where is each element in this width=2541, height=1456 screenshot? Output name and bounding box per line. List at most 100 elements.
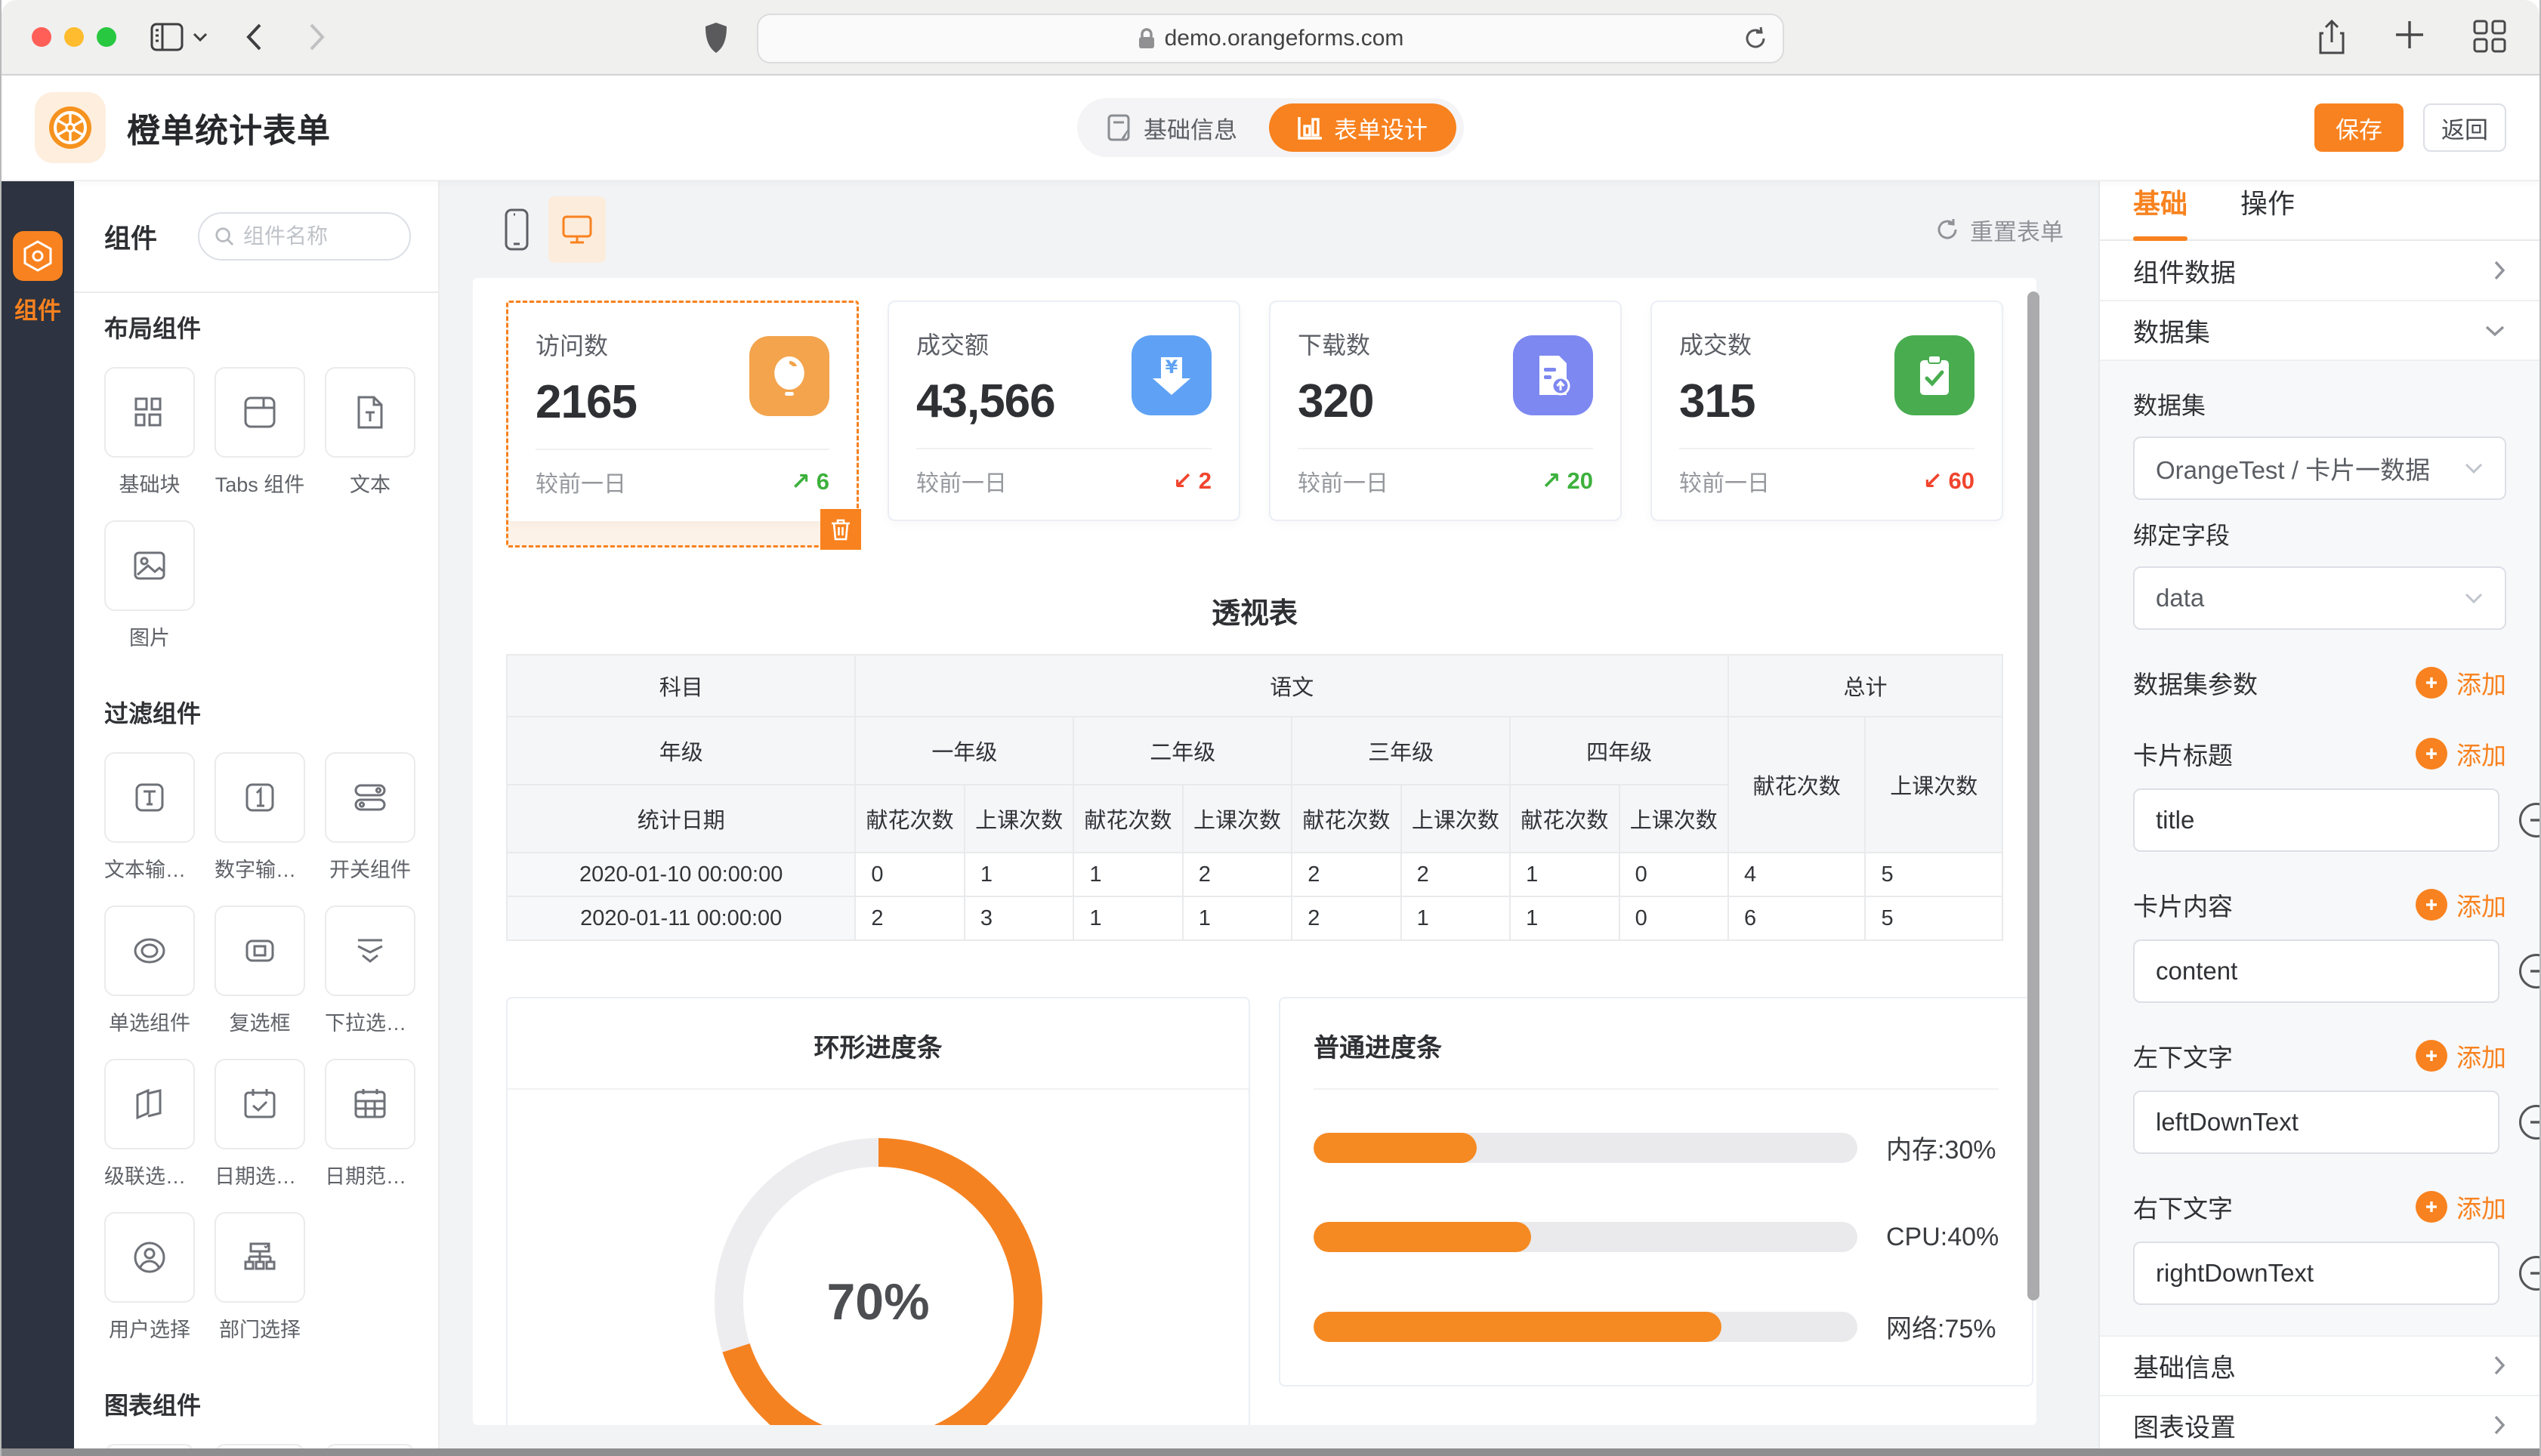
add-dataset-param-button[interactable]: 添加 <box>2416 665 2506 701</box>
progress-bars-panel[interactable]: 普通进度条 内存:30% CPU:40% <box>1279 997 2033 1387</box>
chevron-right-icon <box>2493 1414 2506 1436</box>
palette-tile-text-input[interactable]: 文本输入框 <box>104 752 195 883</box>
ring-progress-chart: 70% <box>701 1124 1056 1425</box>
remove-field-button[interactable] <box>2519 1256 2539 1291</box>
back-button-icon[interactable] <box>245 22 263 52</box>
palette-tile-radio[interactable]: 单选组件 <box>104 905 195 1036</box>
address-bar[interactable]: demo.orangeforms.com <box>757 14 1784 63</box>
trend-up-value: ↗20 <box>1542 467 1593 495</box>
reload-icon[interactable] <box>1743 26 1768 51</box>
add-left-down-button[interactable]: 添加 <box>2416 1038 2506 1074</box>
remove-field-button[interactable] <box>2519 954 2539 989</box>
chart-settings-row[interactable]: 图表设置 <box>2100 1396 2539 1456</box>
progress-row-cpu: CPU:40% <box>1314 1222 1999 1252</box>
palette-tile-basic-block[interactable]: 基础块 <box>104 367 195 498</box>
tab-basic[interactable]: 基础 <box>2133 182 2187 239</box>
reset-form-button[interactable]: 重置表单 <box>1935 213 2064 247</box>
right-down-text-input[interactable] <box>2133 1242 2499 1305</box>
calendar-check-icon <box>239 1083 281 1125</box>
app-header: 橙单统计表单 基础信息 表单设计 保存 返回 <box>2 76 2539 181</box>
tab-basic-info[interactable]: 基础信息 <box>1107 111 1237 145</box>
yuan-download-icon: ¥ <box>1132 335 1212 415</box>
left-down-text-label: 左下文字 <box>2133 1038 2233 1074</box>
zoom-window-button[interactable] <box>97 27 116 47</box>
card-title-input[interactable] <box>2133 788 2499 852</box>
card-content-input[interactable] <box>2133 939 2499 1003</box>
dataset-select[interactable]: OrangeTest / 卡片一数据 <box>2133 436 2506 500</box>
search-input[interactable] <box>243 224 394 248</box>
chevron-down-icon[interactable] <box>192 32 208 42</box>
back-button[interactable]: 返回 <box>2423 103 2506 152</box>
component-search[interactable] <box>198 212 411 261</box>
add-right-down-button[interactable]: 添加 <box>2416 1189 2506 1225</box>
monitor-icon <box>560 213 594 246</box>
switch-icon <box>349 776 391 819</box>
pivot-header-date: 统计日期 <box>507 785 855 853</box>
lock-icon <box>1138 27 1156 50</box>
stat-card[interactable]: 下载数 320 <box>1269 301 1622 521</box>
close-window-button[interactable] <box>32 27 51 47</box>
view-switcher: 基础信息 表单设计 <box>1077 98 1464 157</box>
tab-overview-icon[interactable] <box>2473 20 2506 56</box>
forward-button-icon[interactable] <box>308 22 326 52</box>
palette-tile-cascader[interactable]: 级联选择框 <box>104 1059 195 1189</box>
radio-icon <box>128 930 171 972</box>
pivot-table-title: 透视表 <box>506 590 2003 631</box>
palette-tile-date-picker[interactable]: 日期选择框 <box>215 1059 305 1189</box>
tab-action[interactable]: 操作 <box>2240 182 2295 239</box>
palette-tile-user-select[interactable]: 用户选择 <box>104 1212 195 1343</box>
bind-field-select[interactable]: data <box>2133 566 2506 630</box>
ring-progress-panel[interactable]: 环形进度条 70% <box>506 997 1250 1425</box>
rail-components-label[interactable]: 组件 <box>14 292 61 325</box>
form-icon <box>1107 114 1133 141</box>
pivot-header-subject: 科目 <box>507 655 855 717</box>
canvas-scrollbar[interactable] <box>2027 292 2039 1300</box>
pivot-table[interactable]: 科目 语文 总计 年级 一年级 二年级 三年级 四年级 献花次数 上课次数 <box>506 654 2003 941</box>
remove-field-button[interactable] <box>2519 1105 2539 1140</box>
mobile-preview-button[interactable] <box>488 196 545 263</box>
minimize-window-button[interactable] <box>64 27 84 47</box>
left-down-text-input[interactable] <box>2133 1090 2499 1154</box>
stat-card-selected[interactable]: 访问数 2165 <box>506 301 859 548</box>
select-icon <box>349 930 391 972</box>
palette-tile-date-range[interactable]: 日期范围... <box>325 1059 415 1189</box>
stat-card[interactable]: 成交额 43,566 ¥ 较前一日 <box>888 301 1240 521</box>
palette-tile-switch[interactable]: 开关组件 <box>325 752 415 883</box>
ring-progress-value: 70% <box>826 1272 929 1331</box>
dataset-label: 数据集 <box>2133 387 2506 421</box>
palette-tile-checkbox[interactable]: 复选框 <box>215 905 305 1036</box>
palette-tile-number-input[interactable]: 数字输入框 <box>215 752 305 883</box>
new-tab-icon[interactable] <box>2394 20 2425 56</box>
trash-icon <box>829 517 852 541</box>
chevron-down-icon <box>2464 592 2484 604</box>
palette-tile-image[interactable]: 图片 <box>104 520 195 651</box>
share-icon[interactable] <box>2317 20 2346 56</box>
component-data-row[interactable]: 组件数据 <box>2100 241 2539 301</box>
form-canvas[interactable]: 访问数 2165 <box>473 278 2036 1425</box>
palette-tile-select[interactable]: 下拉选择框 <box>325 905 415 1036</box>
stat-card[interactable]: 成交数 315 <box>1650 301 2003 521</box>
search-icon <box>215 226 234 247</box>
chevron-right-icon <box>2493 1354 2506 1377</box>
palette-tile-dept-select[interactable]: 部门选择 <box>215 1212 305 1343</box>
dataset-params-label: 数据集参数 <box>2133 665 2258 701</box>
progress-row-memory: 内存:30% <box>1314 1129 1999 1166</box>
rail-components-button[interactable] <box>13 231 63 281</box>
add-card-content-button[interactable]: 添加 <box>2416 887 2506 923</box>
delete-component-button[interactable] <box>820 509 861 550</box>
desktop-preview-button[interactable] <box>548 196 606 263</box>
tab-form-design[interactable]: 表单设计 <box>1269 103 1456 152</box>
trend-up-value: ↗6 <box>791 468 829 495</box>
privacy-shield-icon[interactable] <box>704 21 728 54</box>
remove-field-button[interactable] <box>2519 803 2539 838</box>
palette-tile-tabs[interactable]: Tabs 组件 <box>215 367 305 498</box>
save-button[interactable]: 保存 <box>2314 103 2404 152</box>
cascader-icon <box>128 1083 171 1125</box>
basic-info-row[interactable]: 基础信息 <box>2100 1335 2539 1396</box>
plus-icon <box>2416 1191 2447 1223</box>
dataset-group-row[interactable]: 数据集 <box>2100 301 2539 361</box>
palette-tile-text[interactable]: 文本 <box>325 367 415 498</box>
add-card-title-button[interactable]: 添加 <box>2416 736 2506 772</box>
sidebar-toggle-icon[interactable] <box>150 22 184 52</box>
chevron-down-icon <box>2464 462 2484 474</box>
